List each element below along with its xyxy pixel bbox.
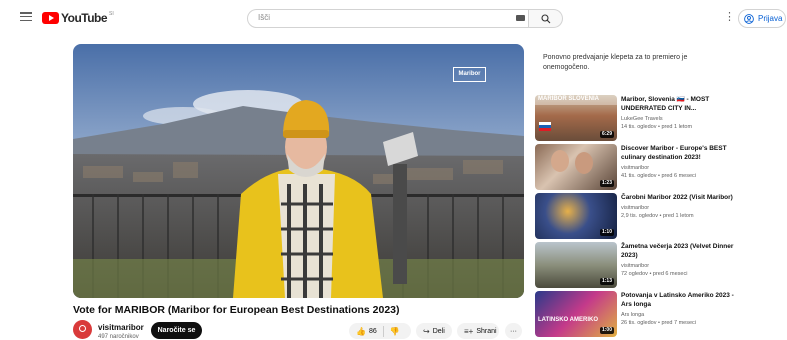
account-icon [744,13,754,24]
search-placeholder: Išči [258,13,270,22]
video-thumbnail[interactable]: LATINSKO AMERIKO 1:00 [535,291,617,337]
channel-avatar[interactable] [73,320,92,339]
video-duration: 6:29 [599,131,614,138]
search-button[interactable] [529,9,563,28]
channel-name[interactable]: visitmaribor [98,323,144,332]
logo-region: SI [109,10,114,17]
video-thumbnail[interactable]: MARIBOR SLOVENIA 6:29 [535,95,617,141]
subscriber-count: 497 naročnikov [98,334,139,340]
recommendation-channel[interactable]: LukeGee Travels [621,115,741,123]
search-input[interactable]: Išči [247,9,529,28]
recommendation-item[interactable]: 1:10 Čarobni Maribor 2022 (Visit Maribor… [535,193,755,239]
recommendation-meta: 41 tis. ogledov • pred 6 meseci [621,173,696,179]
recommendation-title[interactable]: Potovanja v Latinsko Ameriko 2023 - Ars … [621,291,741,309]
recommendation-title[interactable]: Čarobni Maribor 2022 (Visit Maribor) [621,193,741,202]
share-button[interactable]: ↪ Deli [416,323,452,339]
like-dislike-group: 👍 86 👎 [349,323,411,339]
signin-button[interactable]: Prijava [738,9,786,28]
video-duration: 1:23 [599,180,614,187]
recommendation-channel[interactable]: visitmaribor [621,262,741,270]
thumbs-up-icon[interactable]: 👍 [356,327,366,336]
thumbnail-text: LATINSKO AMERIKO [538,317,598,323]
recommendation-item[interactable]: MARIBOR SLOVENIA 6:29 Maribor, Slovenia … [535,95,755,141]
like-count[interactable]: 86 [369,328,377,335]
playlist-add-icon: ≡+ [464,326,474,336]
hamburger-menu-icon[interactable] [20,12,32,22]
video-title: Vote for MARIBOR (Maribor for European B… [73,304,400,316]
recommendation-title[interactable]: Maribor, Slovenia 🇸🇮 - MOST UNDERRATED C… [621,95,741,113]
settings-more-icon[interactable]: ⋮ [724,12,735,23]
save-button[interactable]: ≡+ Shrani [457,323,499,339]
video-thumbnail[interactable]: 1:10 [535,193,617,239]
thumbs-down-icon[interactable]: 👎 [390,327,400,336]
recommendation-meta: 2,9 tis. ogledov • pred 1 letom [621,213,694,219]
more-actions-button[interactable]: ··· [505,323,522,339]
youtube-play-icon [42,11,59,24]
recommendation-info: Discover Maribor - Europe's BEST culinar… [621,144,741,180]
recommendation-title[interactable]: Žametna večerja 2023 (Velvet Dinner 2023… [621,242,741,260]
recommendation-channel[interactable]: visitmaribor [621,164,741,172]
video-duration: 1:13 [599,278,614,285]
channel-watermark[interactable]: Maribor [453,67,486,82]
save-label: Shrani [476,327,497,335]
logo-text: YouTube [61,10,108,25]
recommendation-item[interactable]: 1:13 Žametna večerja 2023 (Velvet Dinner… [535,242,755,288]
recommendation-info: Žametna večerja 2023 (Velvet Dinner 2023… [621,242,741,278]
recommendation-info: Potovanja v Latinsko Ameriko 2023 - Ars … [621,291,741,327]
video-duration: 1:00 [599,327,614,334]
recommendation-meta: 72 ogledov • pred 6 meseci [621,271,688,277]
share-label: Deli [432,327,445,335]
video-duration: 1:10 [599,229,614,236]
recommendation-title[interactable]: Discover Maribor - Europe's BEST culinar… [621,144,741,162]
recommendation-info: Maribor, Slovenia 🇸🇮 - MOST UNDERRATED C… [621,95,741,131]
recommendation-channel[interactable]: visitmaribor [621,204,741,212]
video-player[interactable] [73,44,524,298]
thumbnail-text: MARIBOR SLOVENIA [538,96,600,102]
recommendation-channel[interactable]: Ars longa [621,311,741,319]
video-frame [73,44,524,298]
recommendation-info: Čarobni Maribor 2022 (Visit Maribor) vis… [621,193,741,220]
recommendation-item[interactable]: LATINSKO AMERIKO 1:00 Potovanja v Latins… [535,291,755,337]
video-thumbnail[interactable]: 1:23 [535,144,617,190]
slovenia-flag-icon [539,122,551,131]
video-thumbnail[interactable]: 1:13 [535,242,617,288]
recommendation-meta: 26 tis. ogledov • pred 7 meseci [621,320,696,326]
subscribe-button[interactable]: Naročite se [151,322,202,339]
search-icon [541,14,551,24]
keyboard-icon[interactable] [516,15,525,21]
like-divider [382,325,384,337]
recommendation-item[interactable]: 1:23 Discover Maribor - Europe's BEST cu… [535,144,755,190]
signin-label: Prijava [758,14,783,23]
share-icon: ↪ [423,326,430,336]
chat-replay-message: Ponovno predvajanje klepeta za to premie… [543,54,688,71]
youtube-logo[interactable]: YouTube SI [42,10,114,25]
recommendation-meta: 14 tis. ogledov • pred 1 letom [621,124,693,130]
